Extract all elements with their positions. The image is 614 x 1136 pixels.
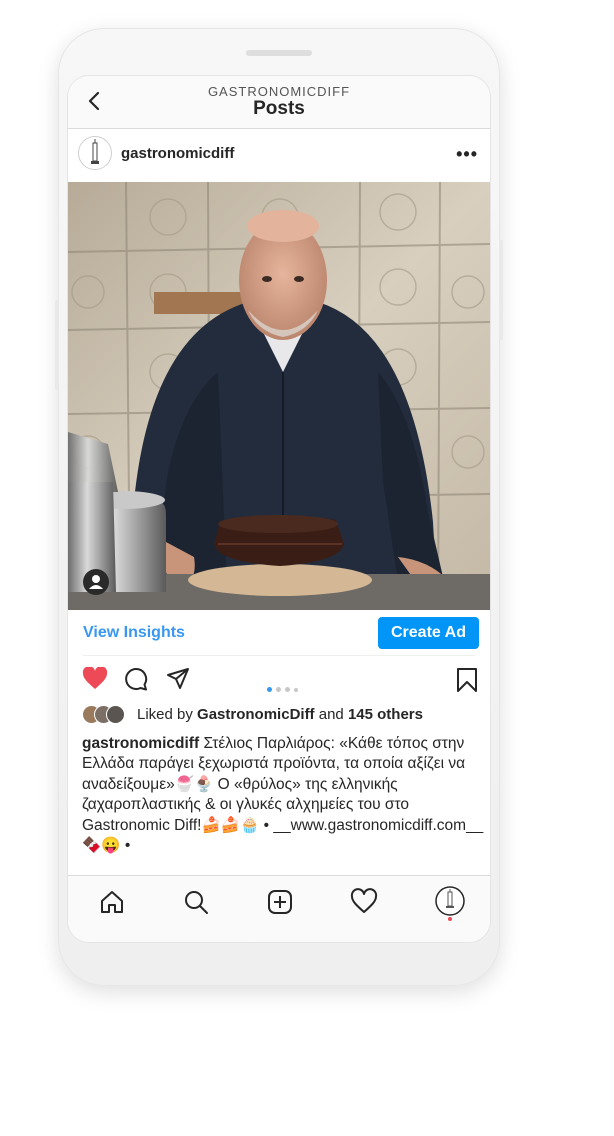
logo-icon bbox=[91, 139, 99, 164]
create-ad-button[interactable]: Create Ad bbox=[378, 617, 479, 649]
comment-icon[interactable] bbox=[124, 667, 148, 691]
insights-bar: View Insights Create Ad bbox=[68, 610, 490, 656]
post-header: gastronomicdiff ••• bbox=[68, 128, 490, 182]
action-bar bbox=[68, 664, 490, 698]
home-icon[interactable] bbox=[98, 888, 126, 916]
divider bbox=[83, 655, 475, 656]
heart-filled-icon[interactable] bbox=[82, 667, 108, 691]
caption-text: Στέλιος Παρλιάρος: «Κάθε τόπος στην Ελλά… bbox=[82, 735, 484, 855]
top-bar: GASTRONOMICDIFF Posts bbox=[68, 76, 490, 129]
likes-name[interactable]: GastronomicDiff bbox=[197, 706, 315, 723]
account-name: GASTRONOMICDIFF bbox=[207, 84, 351, 99]
post-caption: gastronomicdiff Στέλιος Παρλιάρος: «Κάθε… bbox=[82, 734, 484, 856]
carousel-dot bbox=[285, 687, 290, 692]
person-icon bbox=[89, 575, 103, 589]
likes-row: Liked by GastronomicDiff and 145 others bbox=[82, 704, 482, 726]
carousel-dot bbox=[267, 687, 272, 692]
new-post-icon[interactable] bbox=[266, 888, 294, 916]
phone-speaker bbox=[246, 50, 312, 56]
caption-username[interactable]: gastronomicdiff bbox=[82, 735, 199, 752]
volume-button bbox=[55, 300, 59, 390]
app-screen: GASTRONOMICDIFF Posts gastronomicdiff ••… bbox=[67, 75, 491, 943]
chef-photo bbox=[68, 182, 490, 610]
search-icon[interactable] bbox=[182, 888, 210, 916]
carousel-dot bbox=[276, 687, 281, 692]
avatar[interactable] bbox=[78, 136, 112, 170]
likes-text[interactable]: Liked by GastronomicDiff and 145 others bbox=[137, 706, 423, 723]
likes-prefix: Liked by bbox=[137, 706, 193, 723]
more-options-icon[interactable]: ••• bbox=[456, 144, 478, 165]
tagged-user-icon[interactable] bbox=[83, 569, 109, 595]
profile-icon[interactable] bbox=[434, 886, 466, 922]
carousel-indicator bbox=[267, 679, 302, 697]
username[interactable]: gastronomicdiff bbox=[121, 145, 234, 162]
post-image[interactable] bbox=[68, 182, 490, 610]
page-title: Posts bbox=[253, 98, 305, 119]
view-insights-link[interactable]: View Insights bbox=[83, 624, 185, 642]
activity-icon[interactable] bbox=[350, 888, 378, 916]
bottom-tab-bar bbox=[68, 875, 490, 942]
likes-joiner: and bbox=[318, 706, 344, 723]
bookmark-icon[interactable] bbox=[456, 667, 478, 693]
share-icon[interactable] bbox=[166, 667, 190, 691]
power-button bbox=[499, 240, 503, 340]
likes-count[interactable]: 145 others bbox=[348, 706, 423, 723]
liker-avatar[interactable] bbox=[106, 705, 125, 724]
carousel-dot bbox=[294, 688, 298, 692]
